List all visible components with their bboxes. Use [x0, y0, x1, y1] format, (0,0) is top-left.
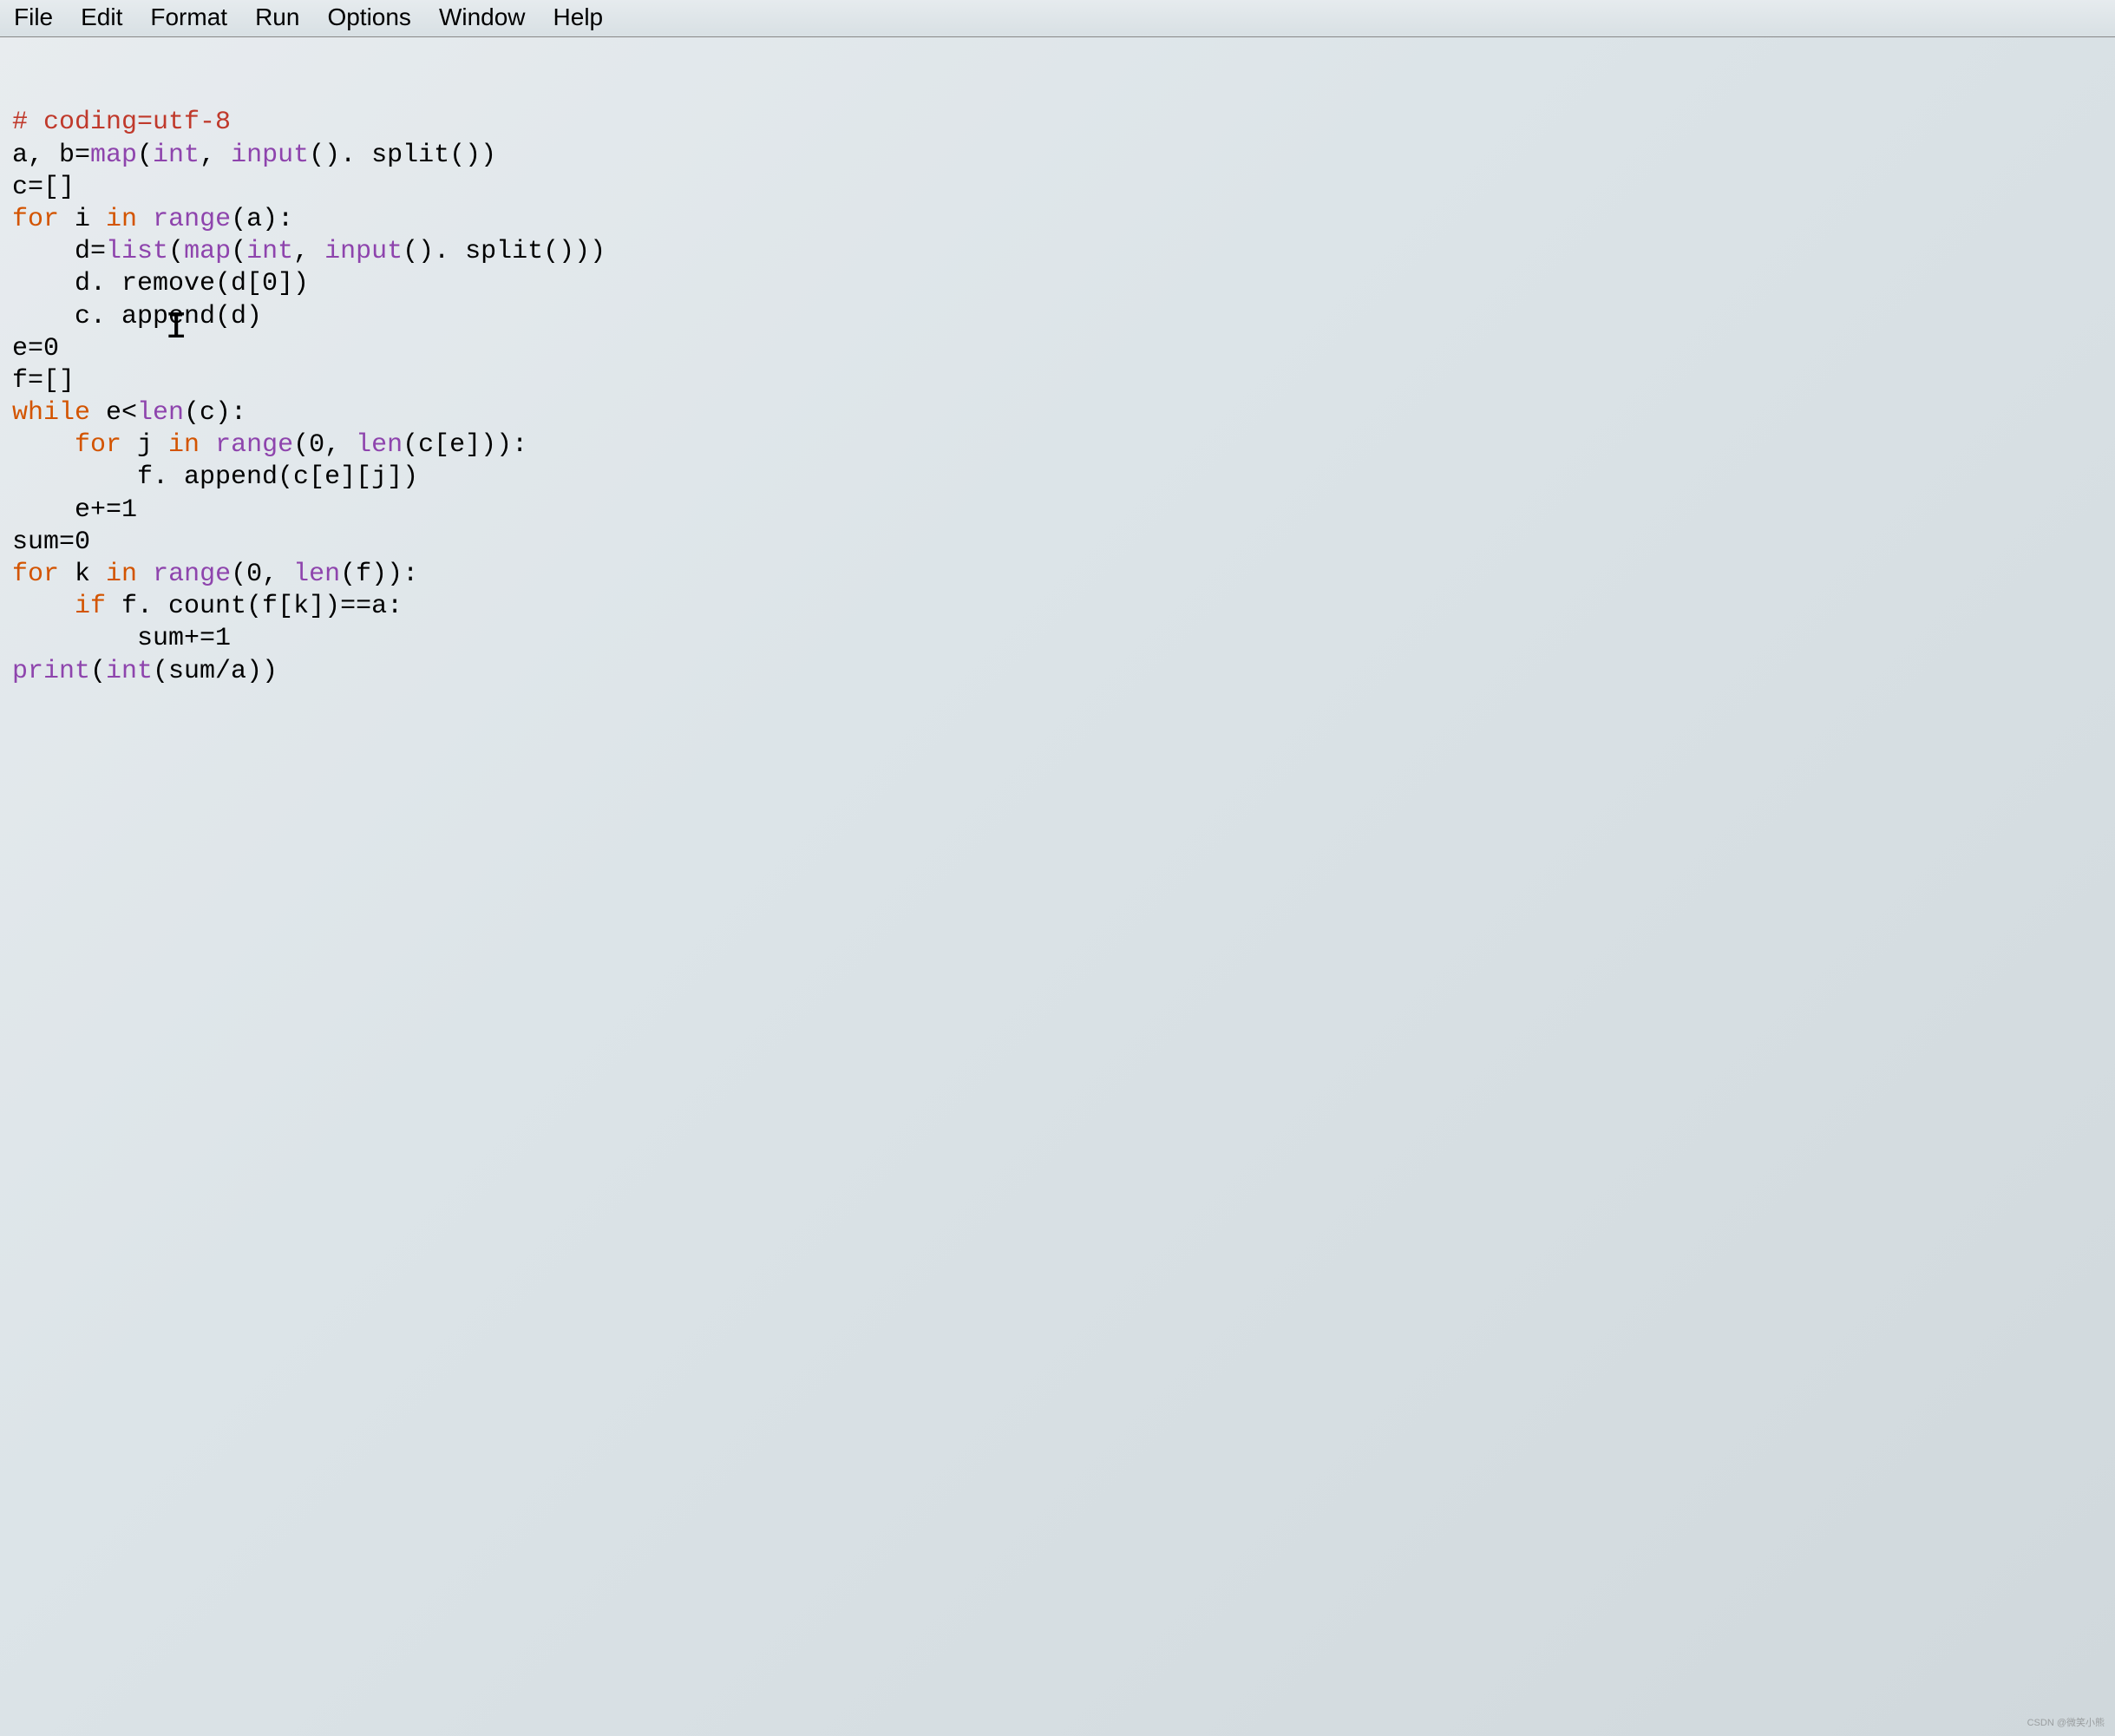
code-line[interactable]: a, b=map(int, input(). split()): [12, 140, 2103, 172]
token-keyword: in: [106, 205, 137, 234]
token-plain: (sum/a)): [153, 657, 278, 686]
code-line[interactable]: e+=1: [12, 495, 2103, 527]
token-plain: (0,: [293, 430, 356, 460]
code-line[interactable]: sum+=1: [12, 623, 2103, 655]
token-keyword: in: [106, 560, 137, 589]
menu-item-file[interactable]: File: [12, 3, 55, 31]
menu-item-run[interactable]: Run: [253, 3, 301, 31]
indent: [12, 237, 75, 266]
token-builtin: map: [184, 237, 231, 266]
token-builtin: len: [356, 430, 403, 460]
indent: [12, 302, 75, 331]
token-plain: sum+=1: [137, 624, 231, 653]
token-plain: (c):: [184, 398, 246, 428]
code-line[interactable]: if f. count(f[k])==a:: [12, 591, 2103, 623]
indent: [12, 624, 137, 653]
code-line[interactable]: f=[]: [12, 365, 2103, 397]
token-plain: f. append(c[e][j]): [137, 462, 418, 492]
token-plain: e+=1: [75, 495, 137, 525]
token-plain: f. count(f[k])==a:: [106, 592, 403, 621]
menu-bar: File Edit Format Run Options Window Help: [0, 0, 2115, 37]
token-plain: c=[]: [12, 173, 75, 202]
token-builtin: list: [106, 237, 168, 266]
token-plain: d=: [75, 237, 106, 266]
menu-item-options[interactable]: Options: [325, 3, 413, 31]
token-builtin: print: [12, 657, 90, 686]
indent: [12, 269, 75, 298]
menu-item-format[interactable]: Format: [148, 3, 229, 31]
token-keyword: for: [12, 560, 59, 589]
token-builtin: range: [215, 430, 293, 460]
code-line[interactable]: e=0: [12, 333, 2103, 365]
token-plain: (: [168, 237, 184, 266]
token-keyword: while: [12, 398, 90, 428]
token-plain: [200, 430, 215, 460]
token-keyword: for: [75, 430, 121, 460]
code-line[interactable]: c=[]: [12, 172, 2103, 204]
token-builtin: range: [153, 560, 231, 589]
token-builtin: range: [153, 205, 231, 234]
token-plain: f=[]: [12, 366, 75, 396]
code-line[interactable]: c. append(d): [12, 301, 2103, 333]
token-builtin: int: [106, 657, 153, 686]
token-builtin: len: [293, 560, 340, 589]
token-keyword: if: [75, 592, 106, 621]
token-plain: (: [137, 141, 153, 170]
token-builtin: len: [137, 398, 184, 428]
code-line[interactable]: while e<len(c):: [12, 397, 2103, 429]
indent: [12, 430, 75, 460]
indent: [12, 462, 137, 492]
code-line[interactable]: for j in range(0, len(c[e])):: [12, 429, 2103, 462]
token-plain: (c[e])):: [403, 430, 527, 460]
token-keyword: in: [168, 430, 200, 460]
code-line[interactable]: for i in range(a):: [12, 204, 2103, 236]
code-line[interactable]: d=list(map(int, input(). split())): [12, 236, 2103, 268]
token-builtin: map: [90, 141, 137, 170]
watermark-text: CSDN @微笑小熊: [2027, 1715, 2105, 1729]
code-line[interactable]: d. remove(d[0]): [12, 268, 2103, 300]
token-plain: ,: [293, 237, 324, 266]
code-line[interactable]: sum=0: [12, 527, 2103, 559]
menu-item-help[interactable]: Help: [552, 3, 606, 31]
token-builtin: int: [246, 237, 293, 266]
token-plain: (f)):: [340, 560, 418, 589]
indent: [12, 495, 75, 525]
menu-item-edit[interactable]: Edit: [79, 3, 124, 31]
token-builtin: input: [231, 141, 309, 170]
token-plain: k: [59, 560, 106, 589]
token-plain: (: [90, 657, 106, 686]
token-comment: # coding=utf-8: [12, 108, 231, 137]
token-plain: (: [231, 237, 246, 266]
token-keyword: for: [12, 205, 59, 234]
token-plain: d. remove(d[0]): [75, 269, 309, 298]
token-plain: a, b=: [12, 141, 90, 170]
token-plain: e=0: [12, 334, 59, 364]
token-plain: sum=0: [12, 527, 90, 557]
token-plain: e<: [90, 398, 137, 428]
code-line[interactable]: print(int(sum/a)): [12, 656, 2103, 688]
token-plain: ,: [200, 141, 231, 170]
token-plain: c. append(d): [75, 302, 262, 331]
token-plain: j: [121, 430, 168, 460]
token-builtin: int: [153, 141, 200, 170]
token-plain: (a):: [231, 205, 293, 234]
token-plain: i: [59, 205, 106, 234]
code-line[interactable]: # coding=utf-8: [12, 107, 2103, 139]
token-builtin: input: [324, 237, 403, 266]
token-plain: [137, 205, 153, 234]
code-line[interactable]: for k in range(0, len(f)):: [12, 559, 2103, 591]
token-plain: (0,: [231, 560, 293, 589]
code-line[interactable]: f. append(c[e][j]): [12, 462, 2103, 494]
code-editor[interactable]: # coding=utf-8a, b=map(int, input(). spl…: [0, 37, 2115, 693]
token-plain: (). split()): [309, 141, 496, 170]
token-plain: (). split())): [403, 237, 606, 266]
indent: [12, 592, 75, 621]
menu-item-window[interactable]: Window: [437, 3, 527, 31]
token-plain: [137, 560, 153, 589]
